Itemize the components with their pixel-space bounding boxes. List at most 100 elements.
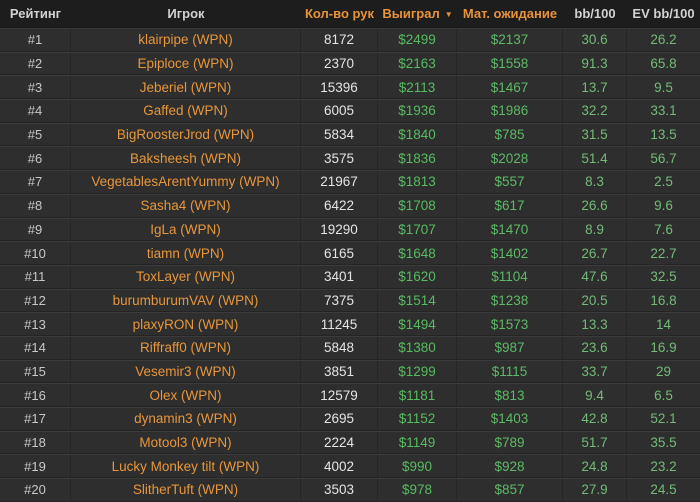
player-name-link[interactable]: Gaffed (WPN) [71, 100, 301, 122]
table-row: #12 burumburumVAV (WPN) 7375 $1514 $1238… [0, 288, 700, 313]
column-header-rank-label: Рейтинг [9, 6, 62, 21]
player-name-link[interactable]: Jeberiel (WPN) [71, 76, 301, 99]
hands-cell: 3503 [301, 479, 378, 501]
ev-bb100-cell: 26.2 [650, 32, 677, 48]
hands-cell: 3851 [301, 360, 378, 383]
ev-bb100-cell: 2.5 [654, 174, 673, 190]
column-header-rank[interactable]: Рейтинг [0, 0, 71, 27]
column-header-bb100[interactable]: bb/100 [563, 0, 627, 27]
player-name-link[interactable]: Motool3 (WPN) [71, 431, 301, 454]
rank-cell: #12 [0, 289, 71, 312]
player-name-link[interactable]: burumburumVAV (WPN) [71, 289, 301, 312]
won-cell: $990 [378, 455, 457, 478]
bb100-cell: 47.6 [563, 265, 627, 288]
player-name-link[interactable]: plaxyRON (WPN) [71, 313, 301, 335]
column-header-player[interactable]: Игрок [71, 0, 301, 27]
bb100-cell: 32.2 [563, 100, 627, 122]
hands-cell: 5848 [301, 336, 378, 359]
ev-usd-cell: $813 [457, 384, 563, 406]
column-header-won-label: Выиграл [382, 6, 440, 21]
table-row: #18 Motool3 (WPN) 2224 $1149 $789 51.7 3… [0, 430, 700, 455]
player-name-link[interactable]: BigRoosterJrod (WPN) [71, 123, 301, 146]
won-cell: $1708 [378, 194, 457, 217]
column-header-hands[interactable]: Кол-во рук [301, 0, 378, 27]
won-cell: $1840 [378, 123, 457, 146]
ev-bb100-cell: 33.1 [650, 103, 677, 119]
hands-cell: 11245 [301, 313, 378, 335]
ev-bb100-cell: 24.5 [650, 482, 677, 498]
ev-usd-cell: $1115 [457, 360, 563, 383]
ev-usd-cell: $1402 [457, 242, 563, 264]
player-name-link[interactable]: Epiploce (WPN) [71, 52, 301, 75]
player-name-link[interactable]: klairpipe (WPN) [71, 29, 301, 51]
column-header-ev-bb100[interactable]: EV bb/100 [627, 0, 700, 27]
bb100-cell: 26.7 [563, 242, 627, 264]
ev-bb100-cell: 29 [655, 363, 672, 379]
column-header-ev-usd[interactable]: Мат. ожидание [457, 0, 563, 27]
column-header-won[interactable]: Выиграл ▼ [378, 0, 457, 27]
hands-cell: 8172 [301, 29, 378, 51]
won-cell: $1380 [378, 336, 457, 359]
table-row: #16 Olex (WPN) 12579 $1181 $813 9.4 6.5 [0, 383, 700, 407]
column-header-bb100-label: bb/100 [574, 6, 616, 21]
player-name-link[interactable]: Vesemir3 (WPN) [71, 360, 301, 383]
bb100-cell: 31.5 [563, 123, 627, 146]
leaderboard-table: Рейтинг Игрок Кол-во рук Выиграл ▼ Мат. … [0, 0, 700, 502]
hands-cell: 3401 [301, 265, 378, 288]
rank-cell: #9 [0, 218, 71, 241]
player-name-link[interactable]: Olex (WPN) [71, 384, 301, 406]
hands-cell: 6422 [301, 194, 378, 217]
won-cell: $1494 [378, 313, 457, 335]
column-header-ev-usd-label: Мат. ожидание [462, 6, 558, 21]
rank-cell: #11 [0, 265, 71, 288]
ev-bb100-cell: 35.5 [650, 435, 677, 451]
won-cell: $1152 [378, 408, 457, 430]
player-name-link[interactable]: Sasha4 (WPN) [71, 194, 301, 217]
column-header-player-label: Игрок [167, 6, 205, 21]
table-row: #1 klairpipe (WPN) 8172 $2499 $2137 30.6… [0, 28, 700, 52]
hands-cell: 15396 [301, 76, 378, 99]
bb100-cell: 51.7 [563, 431, 627, 454]
player-name-link[interactable]: VegetablesArentYummy (WPN) [71, 171, 301, 193]
won-cell: $978 [378, 479, 457, 501]
bb100-cell: 33.7 [563, 360, 627, 383]
table-row: #3 Jeberiel (WPN) 15396 $2113 $1467 13.7… [0, 75, 700, 100]
ev-usd-cell: $789 [457, 431, 563, 454]
table-row: #13 plaxyRON (WPN) 11245 $1494 $1573 13.… [0, 312, 700, 336]
bb100-cell: 8.3 [563, 171, 627, 193]
table-row: #6 Baksheesh (WPN) 3575 $1836 $2028 51.4… [0, 146, 700, 171]
table-header-row: Рейтинг Игрок Кол-во рук Выиграл ▼ Мат. … [0, 0, 700, 28]
hands-cell: 4002 [301, 455, 378, 478]
table-row: #7 VegetablesArentYummy (WPN) 21967 $181… [0, 170, 700, 194]
player-name-link[interactable]: dynamin3 (WPN) [71, 408, 301, 430]
player-name-link[interactable]: SlitherTuft (WPN) [71, 479, 301, 501]
player-name-link[interactable]: ToxLayer (WPN) [71, 265, 301, 288]
hands-cell: 2370 [301, 52, 378, 75]
ev-usd-cell: $1467 [457, 76, 563, 99]
column-header-ev-bb100-label: EV bb/100 [632, 6, 695, 21]
rank-cell: #1 [0, 29, 71, 51]
won-cell: $1648 [378, 242, 457, 264]
ev-bb100-cell: 9.5 [654, 79, 673, 95]
won-cell: $1181 [378, 384, 457, 406]
bb100-cell: 30.6 [563, 29, 627, 51]
rank-cell: #15 [0, 360, 71, 383]
table-row: #15 Vesemir3 (WPN) 3851 $1299 $1115 33.7… [0, 359, 700, 384]
won-cell: $1813 [378, 171, 457, 193]
ev-bb100-cell: 23.2 [650, 458, 677, 474]
hands-cell: 21967 [301, 171, 378, 193]
table-row: #5 BigRoosterJrod (WPN) 5834 $1840 $785 … [0, 122, 700, 147]
player-name-link[interactable]: Riffraff0 (WPN) [71, 336, 301, 359]
player-name-link[interactable]: Baksheesh (WPN) [71, 147, 301, 170]
hands-cell: 6165 [301, 242, 378, 264]
player-name-link[interactable]: IgLa (WPN) [71, 218, 301, 241]
rank-cell: #2 [0, 52, 71, 75]
player-name-link[interactable]: tiamn (WPN) [71, 242, 301, 264]
ev-usd-cell: $2137 [457, 29, 563, 51]
ev-bb100-cell: 7.6 [654, 221, 673, 237]
hands-cell: 5834 [301, 123, 378, 146]
ev-usd-cell: $857 [457, 479, 563, 501]
rank-cell: #19 [0, 455, 71, 478]
ev-usd-cell: $1403 [457, 408, 563, 430]
player-name-link[interactable]: Lucky Monkey tilt (WPN) [71, 455, 301, 478]
